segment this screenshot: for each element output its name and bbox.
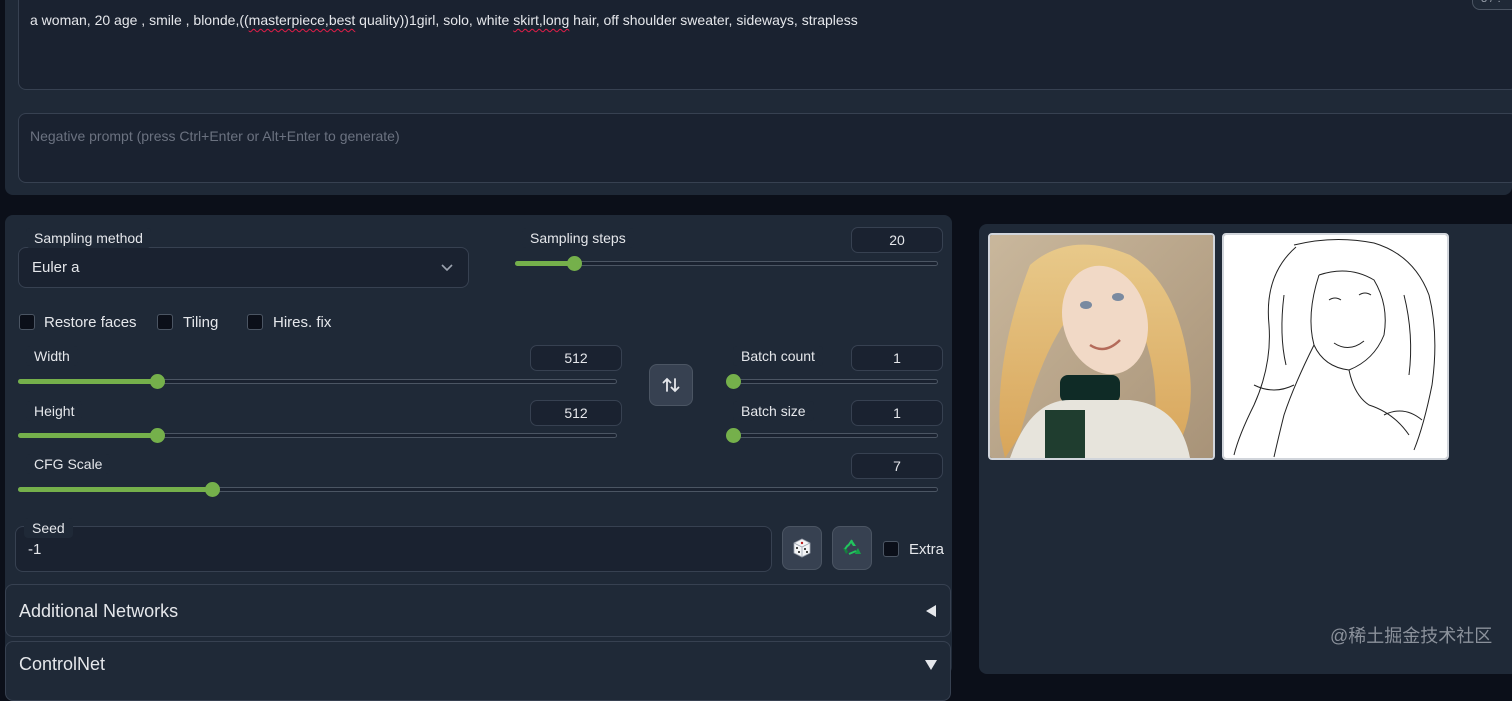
seed-value: -1 <box>28 541 42 558</box>
restore-faces-label: Restore faces <box>44 314 137 331</box>
token-counter: 3 / ? <box>1472 0 1512 10</box>
watermark: @稀土掘金技术社区 <box>1330 626 1493 646</box>
batch-size-thumb[interactable] <box>726 428 741 443</box>
negative-prompt-placeholder: Negative prompt (press Ctrl+Enter or Alt… <box>30 128 400 144</box>
sampling-steps-fill <box>515 261 575 266</box>
seed-label: Seed <box>24 518 73 538</box>
controlnet-lineart-thumbnail[interactable] <box>1222 233 1449 460</box>
additional-networks-title: Additional Networks <box>19 601 179 621</box>
height-fill <box>18 433 158 438</box>
sampling-method-label: Sampling method <box>26 228 151 248</box>
generated-image-thumbnail[interactable] <box>988 233 1215 460</box>
width-label: Width <box>26 346 78 366</box>
cfg-scale-label: CFG Scale <box>26 454 111 474</box>
sampling-steps-thumb[interactable] <box>567 256 582 271</box>
cfg-scale-thumb[interactable] <box>205 482 220 497</box>
lineart-image <box>1224 235 1447 458</box>
negative-prompt-textarea[interactable] <box>18 113 1512 183</box>
restore-faces-checkbox[interactable] <box>19 314 35 330</box>
tiling-label: Tiling <box>183 314 219 331</box>
height-label: Height <box>26 401 83 421</box>
hires-fix-checkbox[interactable] <box>247 314 263 330</box>
triangle-left-icon[interactable] <box>924 604 938 618</box>
random-seed-button[interactable] <box>782 526 822 570</box>
cfg-scale-fill <box>18 487 213 492</box>
reuse-seed-button[interactable] <box>832 526 872 570</box>
seed-input-box[interactable] <box>15 526 772 572</box>
height-thumb[interactable] <box>150 428 165 443</box>
extra-seed-checkbox[interactable] <box>883 541 899 557</box>
width-fill <box>18 379 158 384</box>
sampling-steps-label: Sampling steps <box>522 228 634 248</box>
batch-count-input[interactable]: 1 <box>851 345 943 371</box>
controlnet-accordion[interactable] <box>5 641 951 701</box>
width-thumb[interactable] <box>150 374 165 389</box>
swap-dimensions-button[interactable] <box>649 364 693 406</box>
sampling-steps-input[interactable]: 20 <box>851 227 943 253</box>
extra-seed-label: Extra <box>909 541 945 558</box>
batch-size-slider[interactable] <box>728 433 938 438</box>
batch-count-label: Batch count <box>733 346 823 366</box>
batch-size-label: Batch size <box>733 401 814 421</box>
dice-icon <box>793 538 811 558</box>
chevron-down-icon <box>441 264 453 272</box>
swap-dimensions-icon <box>662 377 680 393</box>
width-input[interactable]: 512 <box>530 345 622 371</box>
triangle-down-icon[interactable] <box>924 658 938 672</box>
batch-size-input[interactable]: 1 <box>851 400 943 426</box>
cfg-scale-input[interactable]: 7 <box>851 453 943 479</box>
sampling-method-select[interactable] <box>18 247 469 288</box>
height-input[interactable]: 512 <box>530 400 622 426</box>
sampling-method-value: Euler a <box>32 259 80 276</box>
portrait-image <box>990 235 1213 458</box>
prompt-text: a woman, 20 age , smile , blonde,((maste… <box>30 12 858 28</box>
tiling-checkbox[interactable] <box>157 314 173 330</box>
batch-count-slider[interactable] <box>728 379 938 384</box>
hires-fix-label: Hires. fix <box>273 314 332 331</box>
recycle-icon <box>843 539 861 555</box>
batch-count-thumb[interactable] <box>726 374 741 389</box>
